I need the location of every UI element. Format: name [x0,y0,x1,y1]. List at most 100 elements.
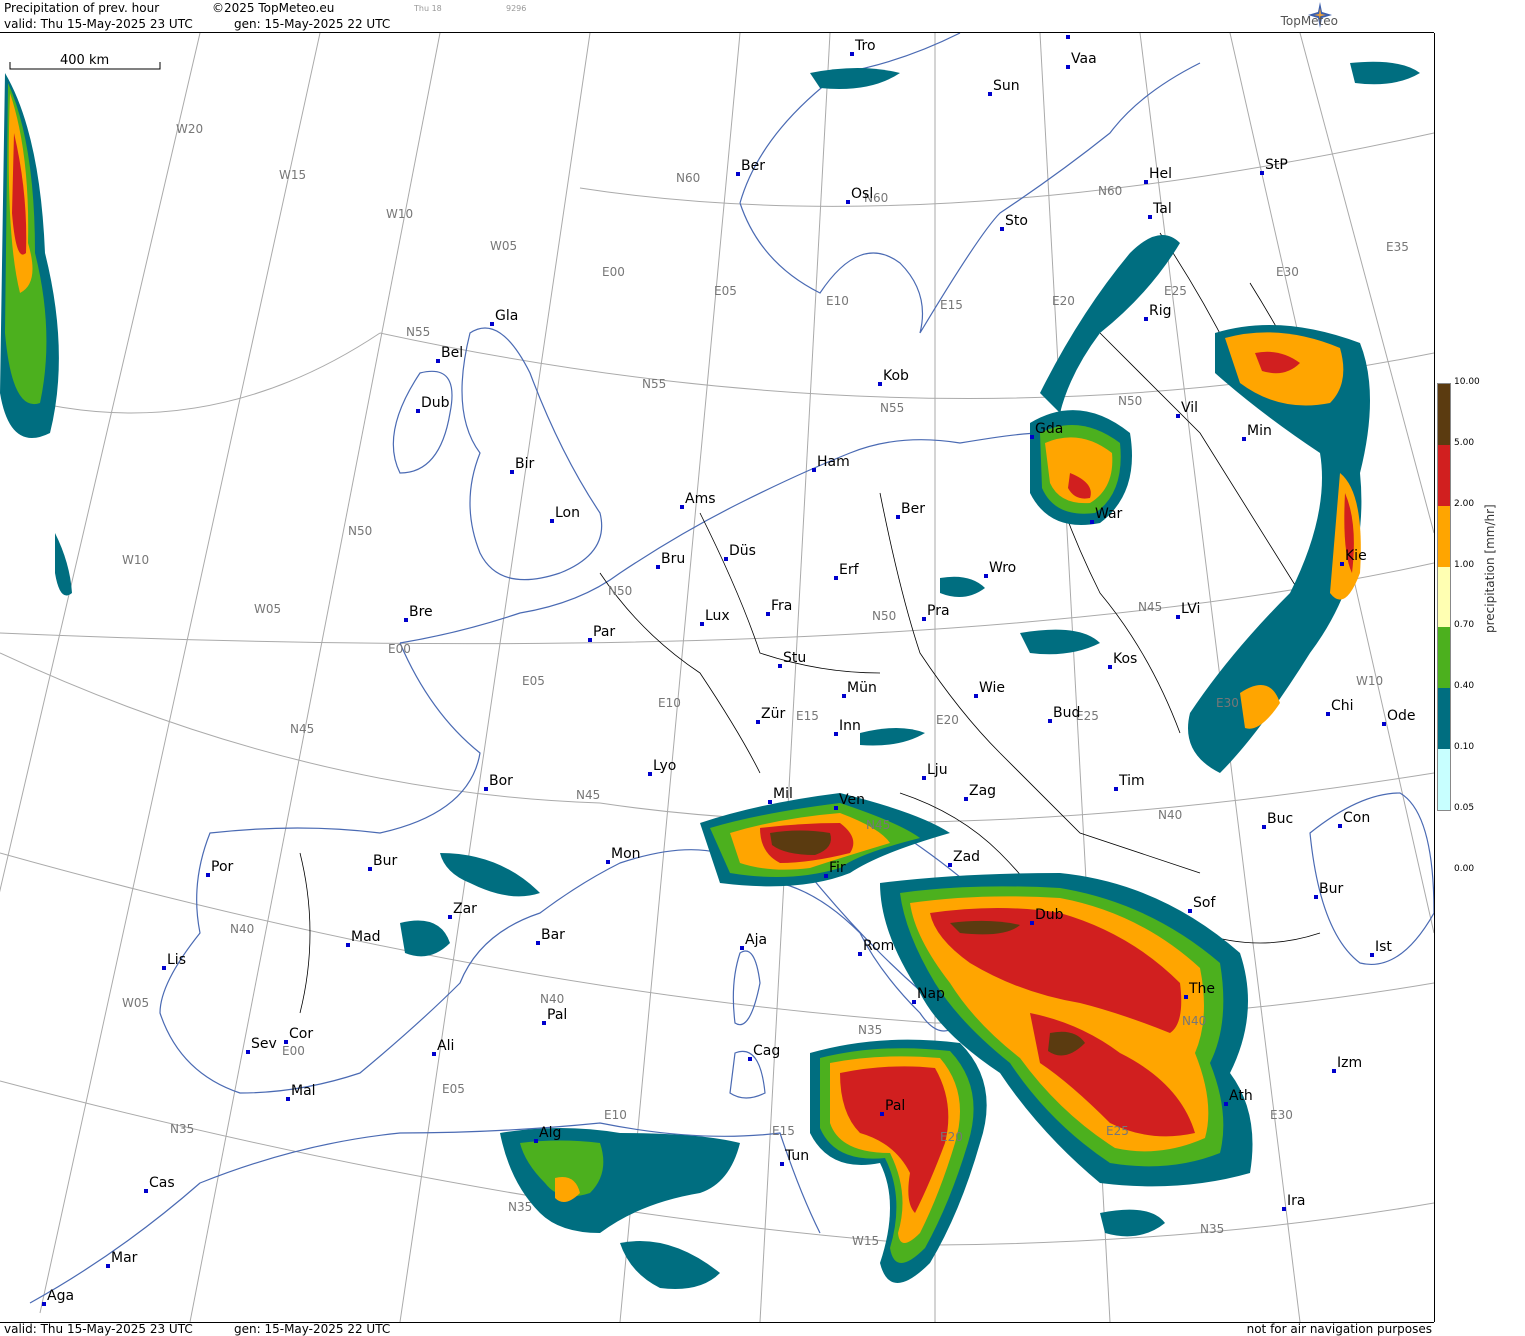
city-marker: Bel [436,345,463,363]
city-marker: Ven [834,792,865,810]
city-label: Alg [539,1125,561,1141]
city-label: Aga [47,1288,74,1304]
city-marker: Chi [1326,698,1354,716]
city-label: Buc [1267,811,1293,827]
city-label: Ath [1229,1088,1253,1104]
city-label: Zag [969,783,996,799]
city-marker: Mar [106,1250,138,1268]
city-dot [542,1021,546,1025]
city-dot [736,172,740,176]
city-label: Pal [885,1098,905,1114]
city-marker: Zür [756,706,785,724]
city-marker: Lju [922,762,948,780]
city-marker: Düs [724,543,756,561]
small-code-label: 9296 [506,4,527,13]
graticule-label: N60 [1098,184,1122,198]
city-label: Erf [839,562,860,578]
city-label: Tim [1118,773,1145,789]
city-dot [834,806,838,810]
city-marker: Aja [740,932,767,950]
city-dot [1090,520,1094,524]
city-dot [368,867,372,871]
graticule-label: N45 [290,722,314,736]
graticule-label: N35 [1200,1222,1224,1236]
graticule-label: N40 [1158,808,1182,822]
city-dot [106,1264,110,1268]
legend-tick-label: 5.00 [1454,437,1475,448]
city-marker: Cag [748,1043,780,1061]
city-dot [1260,171,1264,175]
graticule-label: E30 [1276,265,1299,279]
city-label: Osl [851,186,873,202]
city-label: War [1095,506,1123,522]
city-dot [740,946,744,950]
city-marker: Tim [1114,773,1145,791]
city-dot [1144,317,1148,321]
graticule-label: W10 [1356,674,1383,688]
legend-tick-label: 2.00 [1454,498,1475,509]
graticule-label: E00 [602,265,625,279]
footer-disclaimer: not for air navigation purposes [1246,1322,1432,1336]
city-label: Con [1343,810,1370,826]
small-day-label: Thu 18 [414,4,442,13]
city-label: Cas [149,1175,175,1191]
city-marker: Zar [448,901,477,919]
city-marker: Bar [536,927,565,945]
legend-swatch [1438,444,1450,506]
city-marker: Stu [778,650,806,668]
city-label: Ali [437,1038,454,1054]
city-label: Düs [729,543,756,559]
city-label: Mar [111,1250,138,1266]
legend-colorbar [1437,383,1451,811]
city-dot [880,1112,884,1116]
graticule-label: N60 [676,171,700,185]
city-marker: Hel [1144,166,1172,184]
city-label: The [1188,981,1215,997]
city-label: Vaa [1071,51,1097,67]
city-label: Rom [863,938,894,954]
city-dot [144,1189,148,1193]
graticule-label: N40 [540,992,564,1006]
city-label: Mil [773,786,793,802]
city-marker: Kos [1108,651,1137,669]
graticule-label: W20 [176,122,203,136]
graticule-label: N55 [642,377,666,391]
city-marker: Sev [246,1036,277,1054]
city-label: Dub [1035,907,1064,923]
city-marker: Por [206,859,234,877]
city-label: Dub [421,395,450,411]
city-marker: Ath [1224,1088,1253,1106]
city-dot [1332,1069,1336,1073]
city-marker: Mon [606,846,641,864]
city-label: Cag [753,1043,780,1059]
city-dot [436,359,440,363]
city-dot [1382,722,1386,726]
city-marker: Ber [896,501,925,519]
city-dot [1188,909,1192,913]
precipitation-field [0,61,1420,1289]
city-marker: Sto [1000,213,1028,231]
city-label: Zad [953,849,980,865]
city-dot [1030,921,1034,925]
graticule-label: E25 [1106,1124,1129,1138]
city-label: Sof [1193,895,1216,911]
city-dot [1176,414,1180,418]
graticule-label: N35 [508,1200,532,1214]
city-dot [536,941,540,945]
city-label: Tro [854,38,876,54]
graticule-label: N50 [1118,394,1142,408]
city-dot [510,470,514,474]
city-label: Bir [515,456,534,472]
precipitation-map[interactable]: 400 km W20 W15 W10 W05 E00 E05 E10 E15 E20 E25 E30… [0,33,1435,1322]
city-dot [1314,895,1318,899]
scale-bar: 400 km [9,53,161,70]
graticule-label: E30 [1216,696,1239,710]
city-label: Bre [409,604,433,620]
footer-valid: valid: Thu 15-May-2025 23 UTC [4,1322,193,1336]
city-marker: Ist [1370,939,1392,957]
city-dot [1224,1102,1228,1106]
city-marker: Bud [1048,705,1080,723]
city-marker: Gla [490,308,518,326]
city-marker: Cas [144,1175,175,1193]
city-dot [780,1162,784,1166]
